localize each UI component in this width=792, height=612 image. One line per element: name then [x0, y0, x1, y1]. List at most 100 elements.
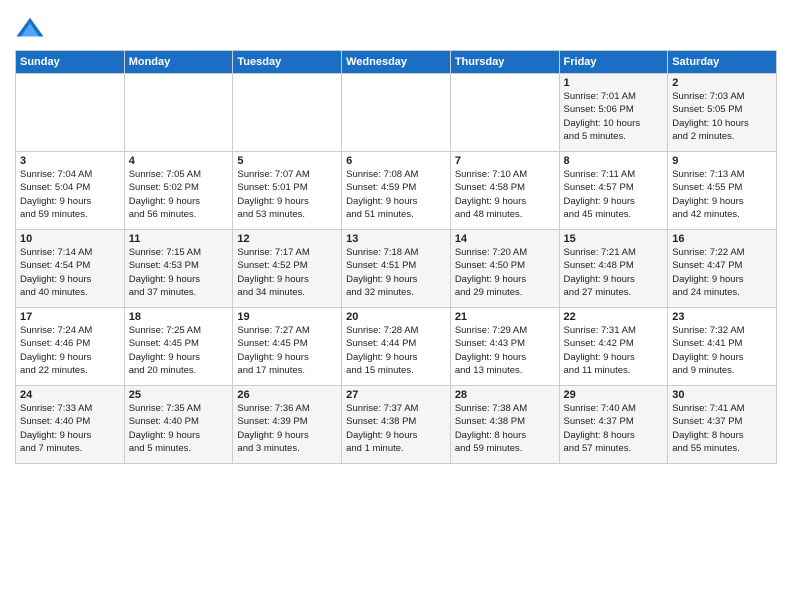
calendar-cell: [342, 74, 451, 152]
calendar-week-4: 24Sunrise: 7:33 AMSunset: 4:40 PMDayligh…: [16, 386, 777, 464]
day-info: Sunrise: 7:11 AMSunset: 4:57 PMDaylight:…: [564, 168, 664, 221]
day-info: Sunrise: 7:40 AMSunset: 4:37 PMDaylight:…: [564, 402, 664, 455]
calendar-header: SundayMondayTuesdayWednesdayThursdayFrid…: [16, 51, 777, 74]
day-number: 3: [20, 155, 120, 167]
day-info: Sunrise: 7:21 AMSunset: 4:48 PMDaylight:…: [564, 246, 664, 299]
day-number: 7: [455, 155, 555, 167]
calendar-cell: 11Sunrise: 7:15 AMSunset: 4:53 PMDayligh…: [124, 230, 233, 308]
calendar-cell: 6Sunrise: 7:08 AMSunset: 4:59 PMDaylight…: [342, 152, 451, 230]
weekday-header-monday: Monday: [124, 51, 233, 74]
calendar-cell: 13Sunrise: 7:18 AMSunset: 4:51 PMDayligh…: [342, 230, 451, 308]
day-number: 20: [346, 311, 446, 323]
day-info: Sunrise: 7:20 AMSunset: 4:50 PMDaylight:…: [455, 246, 555, 299]
calendar-week-1: 3Sunrise: 7:04 AMSunset: 5:04 PMDaylight…: [16, 152, 777, 230]
day-info: Sunrise: 7:17 AMSunset: 4:52 PMDaylight:…: [237, 246, 337, 299]
weekday-header-saturday: Saturday: [668, 51, 777, 74]
calendar-cell: 24Sunrise: 7:33 AMSunset: 4:40 PMDayligh…: [16, 386, 125, 464]
day-number: 26: [237, 389, 337, 401]
day-number: 16: [672, 233, 772, 245]
day-number: 9: [672, 155, 772, 167]
calendar-cell: 9Sunrise: 7:13 AMSunset: 4:55 PMDaylight…: [668, 152, 777, 230]
day-info: Sunrise: 7:05 AMSunset: 5:02 PMDaylight:…: [129, 168, 229, 221]
calendar-cell: [16, 74, 125, 152]
day-info: Sunrise: 7:36 AMSunset: 4:39 PMDaylight:…: [237, 402, 337, 455]
calendar-cell: 22Sunrise: 7:31 AMSunset: 4:42 PMDayligh…: [559, 308, 668, 386]
logo-icon: [15, 14, 45, 44]
day-number: 30: [672, 389, 772, 401]
calendar-cell: 21Sunrise: 7:29 AMSunset: 4:43 PMDayligh…: [450, 308, 559, 386]
day-number: 21: [455, 311, 555, 323]
calendar-week-0: 1Sunrise: 7:01 AMSunset: 5:06 PMDaylight…: [16, 74, 777, 152]
calendar-cell: 15Sunrise: 7:21 AMSunset: 4:48 PMDayligh…: [559, 230, 668, 308]
calendar-body: 1Sunrise: 7:01 AMSunset: 5:06 PMDaylight…: [16, 74, 777, 464]
day-info: Sunrise: 7:24 AMSunset: 4:46 PMDaylight:…: [20, 324, 120, 377]
day-info: Sunrise: 7:07 AMSunset: 5:01 PMDaylight:…: [237, 168, 337, 221]
day-info: Sunrise: 7:22 AMSunset: 4:47 PMDaylight:…: [672, 246, 772, 299]
day-number: 14: [455, 233, 555, 245]
day-info: Sunrise: 7:03 AMSunset: 5:05 PMDaylight:…: [672, 90, 772, 143]
calendar-cell: 25Sunrise: 7:35 AMSunset: 4:40 PMDayligh…: [124, 386, 233, 464]
calendar-cell: [124, 74, 233, 152]
day-number: 13: [346, 233, 446, 245]
day-info: Sunrise: 7:25 AMSunset: 4:45 PMDaylight:…: [129, 324, 229, 377]
day-number: 8: [564, 155, 664, 167]
calendar-week-2: 10Sunrise: 7:14 AMSunset: 4:54 PMDayligh…: [16, 230, 777, 308]
header-row: SundayMondayTuesdayWednesdayThursdayFrid…: [16, 51, 777, 74]
day-info: Sunrise: 7:32 AMSunset: 4:41 PMDaylight:…: [672, 324, 772, 377]
day-info: Sunrise: 7:41 AMSunset: 4:37 PMDaylight:…: [672, 402, 772, 455]
calendar-cell: 4Sunrise: 7:05 AMSunset: 5:02 PMDaylight…: [124, 152, 233, 230]
day-info: Sunrise: 7:35 AMSunset: 4:40 PMDaylight:…: [129, 402, 229, 455]
weekday-header-wednesday: Wednesday: [342, 51, 451, 74]
day-info: Sunrise: 7:13 AMSunset: 4:55 PMDaylight:…: [672, 168, 772, 221]
day-number: 27: [346, 389, 446, 401]
day-number: 5: [237, 155, 337, 167]
day-number: 23: [672, 311, 772, 323]
calendar-cell: 17Sunrise: 7:24 AMSunset: 4:46 PMDayligh…: [16, 308, 125, 386]
day-info: Sunrise: 7:31 AMSunset: 4:42 PMDaylight:…: [564, 324, 664, 377]
day-info: Sunrise: 7:14 AMSunset: 4:54 PMDaylight:…: [20, 246, 120, 299]
weekday-header-sunday: Sunday: [16, 51, 125, 74]
calendar-cell: 14Sunrise: 7:20 AMSunset: 4:50 PMDayligh…: [450, 230, 559, 308]
calendar-cell: 27Sunrise: 7:37 AMSunset: 4:38 PMDayligh…: [342, 386, 451, 464]
day-number: 17: [20, 311, 120, 323]
calendar-cell: 3Sunrise: 7:04 AMSunset: 5:04 PMDaylight…: [16, 152, 125, 230]
calendar-week-3: 17Sunrise: 7:24 AMSunset: 4:46 PMDayligh…: [16, 308, 777, 386]
day-number: 15: [564, 233, 664, 245]
day-info: Sunrise: 7:18 AMSunset: 4:51 PMDaylight:…: [346, 246, 446, 299]
calendar-cell: 19Sunrise: 7:27 AMSunset: 4:45 PMDayligh…: [233, 308, 342, 386]
day-info: Sunrise: 7:33 AMSunset: 4:40 PMDaylight:…: [20, 402, 120, 455]
day-number: 28: [455, 389, 555, 401]
calendar-cell: 2Sunrise: 7:03 AMSunset: 5:05 PMDaylight…: [668, 74, 777, 152]
day-number: 6: [346, 155, 446, 167]
header: [15, 10, 777, 44]
day-info: Sunrise: 7:08 AMSunset: 4:59 PMDaylight:…: [346, 168, 446, 221]
calendar-cell: 16Sunrise: 7:22 AMSunset: 4:47 PMDayligh…: [668, 230, 777, 308]
calendar-cell: 7Sunrise: 7:10 AMSunset: 4:58 PMDaylight…: [450, 152, 559, 230]
calendar-cell: 18Sunrise: 7:25 AMSunset: 4:45 PMDayligh…: [124, 308, 233, 386]
day-number: 19: [237, 311, 337, 323]
day-number: 25: [129, 389, 229, 401]
calendar-cell: 12Sunrise: 7:17 AMSunset: 4:52 PMDayligh…: [233, 230, 342, 308]
day-info: Sunrise: 7:38 AMSunset: 4:38 PMDaylight:…: [455, 402, 555, 455]
day-number: 10: [20, 233, 120, 245]
calendar-cell: 20Sunrise: 7:28 AMSunset: 4:44 PMDayligh…: [342, 308, 451, 386]
day-number: 29: [564, 389, 664, 401]
day-number: 12: [237, 233, 337, 245]
day-info: Sunrise: 7:04 AMSunset: 5:04 PMDaylight:…: [20, 168, 120, 221]
day-number: 11: [129, 233, 229, 245]
day-info: Sunrise: 7:28 AMSunset: 4:44 PMDaylight:…: [346, 324, 446, 377]
calendar-cell: 29Sunrise: 7:40 AMSunset: 4:37 PMDayligh…: [559, 386, 668, 464]
day-number: 1: [564, 77, 664, 89]
calendar-cell: 5Sunrise: 7:07 AMSunset: 5:01 PMDaylight…: [233, 152, 342, 230]
day-info: Sunrise: 7:37 AMSunset: 4:38 PMDaylight:…: [346, 402, 446, 455]
calendar-cell: 10Sunrise: 7:14 AMSunset: 4:54 PMDayligh…: [16, 230, 125, 308]
weekday-header-friday: Friday: [559, 51, 668, 74]
page-container: SundayMondayTuesdayWednesdayThursdayFrid…: [0, 0, 792, 469]
day-info: Sunrise: 7:01 AMSunset: 5:06 PMDaylight:…: [564, 90, 664, 143]
day-info: Sunrise: 7:10 AMSunset: 4:58 PMDaylight:…: [455, 168, 555, 221]
day-info: Sunrise: 7:15 AMSunset: 4:53 PMDaylight:…: [129, 246, 229, 299]
calendar-cell: 26Sunrise: 7:36 AMSunset: 4:39 PMDayligh…: [233, 386, 342, 464]
weekday-header-thursday: Thursday: [450, 51, 559, 74]
day-number: 18: [129, 311, 229, 323]
day-info: Sunrise: 7:27 AMSunset: 4:45 PMDaylight:…: [237, 324, 337, 377]
